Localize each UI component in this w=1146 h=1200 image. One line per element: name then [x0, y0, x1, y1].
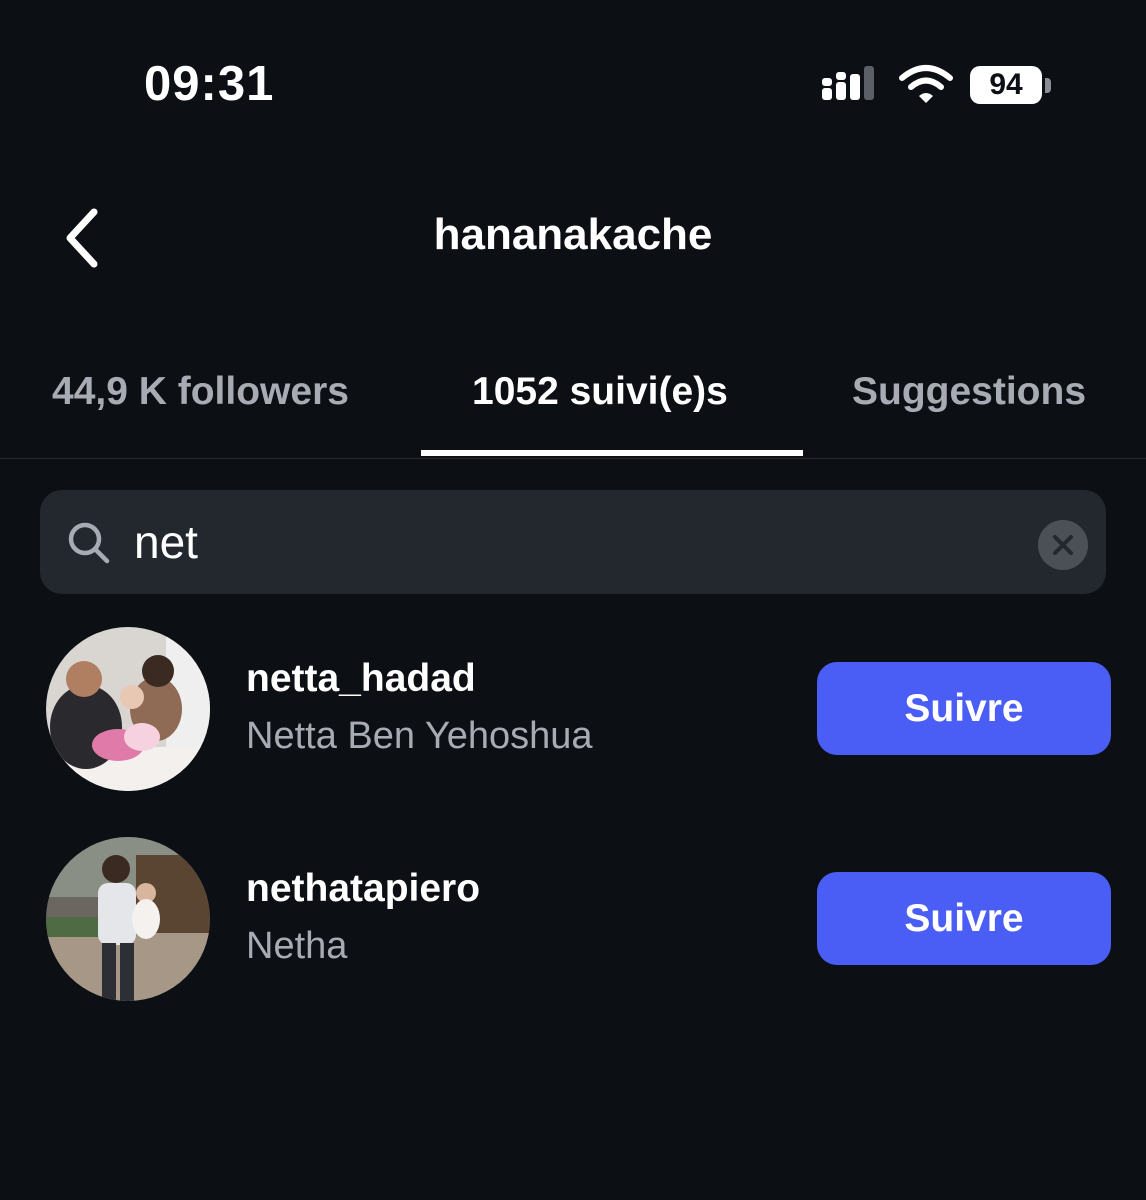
close-icon[interactable] — [1038, 520, 1088, 570]
battery-cap — [1045, 78, 1051, 93]
full-name: Netta Ben Yehoshua — [246, 715, 593, 757]
search-icon — [68, 522, 110, 564]
tab-suggestions[interactable]: Suggestions — [852, 370, 1086, 414]
list-item[interactable]: netta_hadad Netta Ben Yehoshua Suivre — [0, 627, 1146, 797]
username[interactable]: nethatapiero — [246, 867, 480, 911]
battery-icon: 94 — [970, 66, 1052, 106]
battery-body: 94 — [970, 66, 1042, 104]
tab-following[interactable]: 1052 suivi(e)s — [472, 370, 728, 414]
page-title: hananakache — [433, 210, 713, 259]
status-time: 09:31 — [144, 57, 275, 111]
signal-icon — [822, 66, 874, 100]
active-tab-indicator — [421, 450, 803, 456]
battery-level: 94 — [989, 68, 1023, 101]
tab-followers[interactable]: 44,9 K followers — [52, 370, 349, 414]
avatar[interactable] — [46, 627, 210, 791]
wifi-icon — [899, 65, 953, 103]
list-item[interactable]: nethatapiero Netha Suivre — [0, 837, 1146, 1007]
username[interactable]: netta_hadad — [246, 657, 476, 701]
full-name: Netha — [246, 925, 348, 967]
follow-button[interactable]: Suivre — [817, 662, 1111, 755]
avatar[interactable] — [46, 837, 210, 1001]
status-bar: 09:31 94 — [0, 0, 1146, 170]
tab-bar: 44,9 K followers 1052 suivi(e)s Suggesti… — [0, 350, 1146, 459]
follow-button[interactable]: Suivre — [817, 872, 1111, 965]
search-bar — [40, 490, 1106, 594]
screen: 09:31 94 hananakache 44,9 K followers 10 — [0, 0, 1146, 1200]
search-input[interactable] — [134, 512, 1014, 572]
